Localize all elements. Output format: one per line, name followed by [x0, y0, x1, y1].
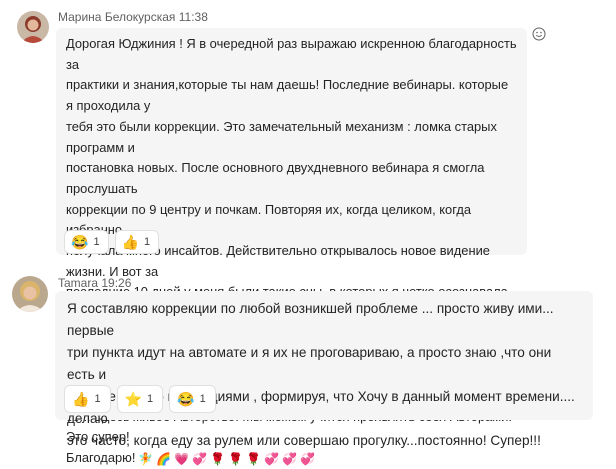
author-name: Марина Белокурская — [58, 10, 176, 24]
message-header-1: Марина Белокурская 11:38 — [58, 10, 208, 24]
reaction-laugh[interactable]: 😂 1 — [64, 230, 109, 254]
add-reaction-icon[interactable] — [532, 27, 548, 43]
reaction-star[interactable]: ⭐ 1 — [116, 385, 164, 413]
reaction-count: 1 — [94, 393, 101, 405]
reaction-like[interactable]: 👍 1 — [64, 385, 111, 413]
emoji-row: 🧚 🌈 💗 💞 🌹 🌹 🌹 💞 💞 💞 — [135, 450, 315, 467]
author-name: Tamara — [58, 276, 99, 290]
message-time: 11:38 — [178, 10, 208, 24]
fairy-emoji: 🧚 — [138, 452, 154, 467]
like-icon: 👍 — [72, 391, 90, 407]
reaction-count: 1 — [93, 236, 100, 248]
reaction-like[interactable]: 👍 1 — [114, 230, 160, 254]
reaction-count: 1 — [199, 393, 206, 405]
reaction-laugh[interactable]: 😂 1 — [169, 385, 216, 413]
laugh-icon: 😂 — [177, 391, 195, 407]
rose-emoji: 🌹 — [246, 452, 262, 467]
reaction-count: 1 — [144, 236, 151, 248]
reactions-bar-2: 👍 1 ⭐ 1 😂 1 — [64, 385, 216, 413]
message-text: Я составляю коррекции по любой возникшей… — [67, 301, 575, 448]
rose-emoji: 🌹 — [228, 452, 244, 467]
message-bubble-1: Дорогая Юджиния ! Я в очередной раз выра… — [56, 28, 527, 466]
reactions-bar-1: 😂 1 👍 1 — [64, 230, 160, 254]
rainbow-emoji: 🌈 — [156, 452, 172, 467]
like-icon: 👍 — [121, 234, 139, 250]
avatar-marina[interactable] — [17, 11, 49, 43]
avatar-tamara[interactable] — [12, 276, 48, 312]
star-icon: ⭐ — [124, 391, 142, 407]
message-time: 19:26 — [101, 276, 132, 290]
heart-emoji: 💗 — [174, 452, 190, 467]
hearts-emoji: 💞 — [282, 452, 297, 467]
reaction-count: 1 — [147, 393, 154, 405]
hearts-emoji: 💞 — [192, 452, 208, 467]
hearts-emoji: 💞 — [264, 452, 280, 467]
message-header-2: Tamara 19:26 — [58, 276, 131, 290]
laugh-icon: 😂 — [71, 234, 89, 250]
rose-emoji: 🌹 — [210, 452, 226, 467]
hearts-emoji: 💞 — [300, 452, 315, 467]
